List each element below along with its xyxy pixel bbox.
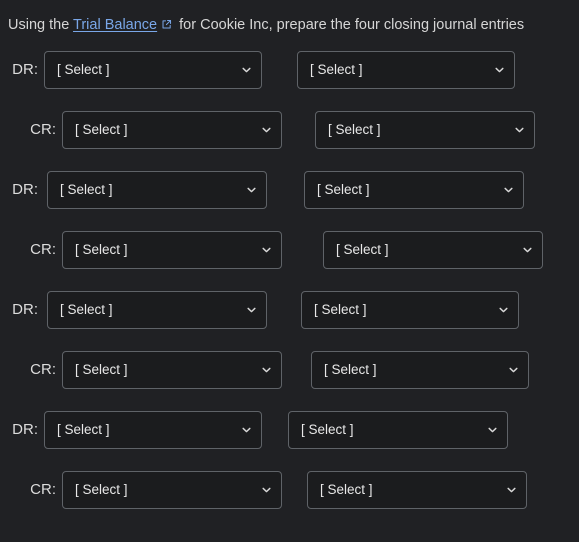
select-value: [ Select ] bbox=[314, 302, 367, 317]
closing-entries-page: Using the Trial Balance for Cookie Inc, … bbox=[0, 0, 579, 542]
select-value: [ Select ] bbox=[336, 242, 389, 257]
row-label-dr: DR: bbox=[12, 61, 38, 78]
select-value: [ Select ] bbox=[60, 182, 113, 197]
account-select-cr-8-2[interactable]: [ Select ] bbox=[307, 471, 527, 509]
select-value: [ Select ] bbox=[60, 302, 113, 317]
chevron-down-icon bbox=[487, 425, 498, 436]
external-link-icon[interactable] bbox=[161, 19, 172, 30]
account-select-cr-6-1[interactable]: [ Select ] bbox=[62, 351, 282, 389]
instruction-lead: Using the bbox=[8, 17, 74, 33]
account-select-dr-5-1[interactable]: [ Select ] bbox=[47, 291, 267, 329]
row-label-dr: DR: bbox=[12, 421, 38, 438]
chevron-down-icon bbox=[508, 365, 519, 376]
chevron-down-icon bbox=[503, 185, 514, 196]
select-value: [ Select ] bbox=[324, 362, 377, 377]
chevron-down-icon bbox=[514, 125, 525, 136]
account-select-dr-7-1[interactable]: [ Select ] bbox=[44, 411, 262, 449]
account-select-cr-2-2[interactable]: [ Select ] bbox=[315, 111, 535, 149]
account-select-dr-5-2[interactable]: [ Select ] bbox=[301, 291, 519, 329]
chevron-down-icon bbox=[241, 65, 252, 76]
select-value: [ Select ] bbox=[75, 362, 128, 377]
account-select-cr-4-2[interactable]: [ Select ] bbox=[323, 231, 543, 269]
chevron-down-icon bbox=[498, 305, 509, 316]
account-select-cr-6-2[interactable]: [ Select ] bbox=[311, 351, 529, 389]
chevron-down-icon bbox=[261, 485, 272, 496]
chevron-down-icon bbox=[246, 305, 257, 316]
account-select-dr-1-1[interactable]: [ Select ] bbox=[44, 51, 262, 89]
select-value: [ Select ] bbox=[75, 482, 128, 497]
chevron-down-icon bbox=[261, 125, 272, 136]
account-select-dr-1-2[interactable]: [ Select ] bbox=[297, 51, 515, 89]
chevron-down-icon bbox=[241, 425, 252, 436]
row-label-cr: CR: bbox=[30, 481, 56, 498]
instruction-tail: for Cookie Inc, prepare the four closing… bbox=[175, 17, 525, 33]
row-label-cr: CR: bbox=[30, 361, 56, 378]
instruction-text: Using the Trial Balance for Cookie Inc, … bbox=[8, 15, 524, 35]
row-label-dr: DR: bbox=[12, 181, 38, 198]
select-value: [ Select ] bbox=[75, 242, 128, 257]
row-label-dr: DR: bbox=[12, 301, 38, 318]
account-select-cr-2-1[interactable]: [ Select ] bbox=[62, 111, 282, 149]
select-value: [ Select ] bbox=[75, 122, 128, 137]
select-value: [ Select ] bbox=[301, 422, 354, 437]
chevron-down-icon bbox=[494, 65, 505, 76]
select-value: [ Select ] bbox=[57, 422, 110, 437]
account-select-cr-4-1[interactable]: [ Select ] bbox=[62, 231, 282, 269]
select-value: [ Select ] bbox=[320, 482, 373, 497]
trial-balance-link[interactable]: Trial Balance bbox=[73, 17, 157, 33]
chevron-down-icon bbox=[522, 245, 533, 256]
chevron-down-icon bbox=[506, 485, 517, 496]
account-select-dr-3-1[interactable]: [ Select ] bbox=[47, 171, 267, 209]
chevron-down-icon bbox=[261, 365, 272, 376]
select-value: [ Select ] bbox=[317, 182, 370, 197]
row-label-cr: CR: bbox=[30, 241, 56, 258]
select-value: [ Select ] bbox=[328, 122, 381, 137]
chevron-down-icon bbox=[261, 245, 272, 256]
row-label-cr: CR: bbox=[30, 121, 56, 138]
account-select-cr-8-1[interactable]: [ Select ] bbox=[62, 471, 282, 509]
account-select-dr-3-2[interactable]: [ Select ] bbox=[304, 171, 524, 209]
select-value: [ Select ] bbox=[310, 62, 363, 77]
chevron-down-icon bbox=[246, 185, 257, 196]
account-select-dr-7-2[interactable]: [ Select ] bbox=[288, 411, 508, 449]
select-value: [ Select ] bbox=[57, 62, 110, 77]
